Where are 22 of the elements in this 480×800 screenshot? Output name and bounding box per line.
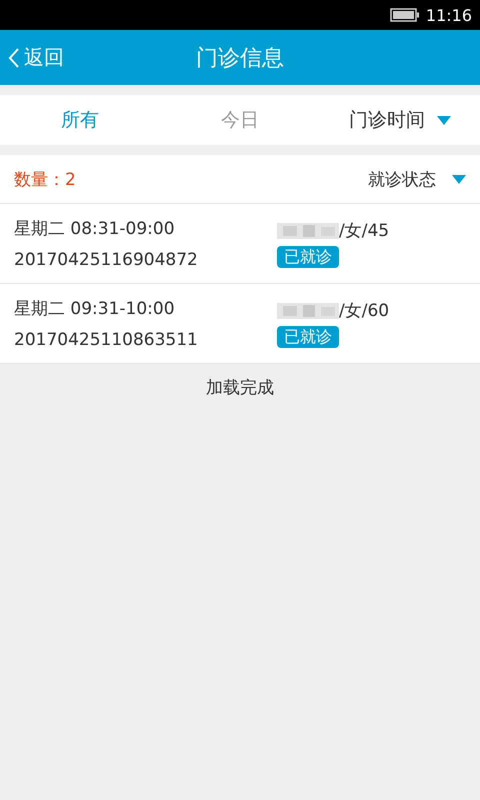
battery-icon [390, 8, 420, 22]
patient-info: /女/45 [339, 220, 390, 242]
visit-status: 已就诊 [277, 246, 339, 268]
sort-dropdown[interactable]: 门诊时间 [320, 95, 480, 145]
page-title: 门诊信息 [196, 44, 284, 72]
load-status: 加载完成 [206, 378, 274, 398]
redacted-name-icon [277, 220, 339, 240]
patient-info: /女/60 [339, 300, 390, 322]
visit-number: 20170425116904872 [14, 250, 199, 270]
clock-time: 11:16 [426, 6, 472, 24]
back-chevron-icon [8, 46, 20, 68]
redacted-name-icon [277, 300, 339, 320]
record-row[interactable]: 星期二 08:31-09:00 20170425116904872 /女/45 已就诊 [0, 204, 480, 284]
record-count: 数量：2 [14, 168, 76, 190]
visit-time: 星期二 09:31-10:00 [14, 298, 176, 320]
visit-status: 已就诊 [277, 326, 339, 348]
status-dropdown[interactable]: 就诊状态 [368, 168, 466, 190]
visit-time: 星期二 08:31-09:00 [14, 218, 176, 240]
dropdown-icon [437, 116, 451, 124]
dropdown-icon [452, 174, 466, 184]
record-row[interactable]: 星期二 09:31-10:00 20170425110863511 /女/60 已就诊 [0, 284, 480, 364]
visit-number: 20170425110863511 [14, 330, 199, 350]
